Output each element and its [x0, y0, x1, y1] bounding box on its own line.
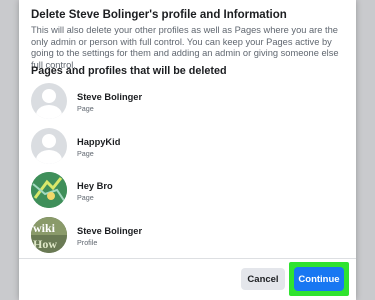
- deletion-list: Steve Bolinger Page HappyKid Page Hey Br…: [31, 80, 341, 258]
- delete-profile-dialog: Delete Steve Bolinger's profile and Info…: [19, 0, 356, 300]
- item-name: Hey Bro: [77, 181, 113, 191]
- section-title: Pages and profiles that will be deleted: [31, 65, 227, 77]
- item-type: Profile: [77, 237, 98, 247]
- item-name: Steve Bolinger: [77, 225, 143, 236]
- svg-text:wiki: wiki: [33, 221, 56, 235]
- list-item: HappyKid Page: [31, 125, 341, 170]
- item-type: Page: [77, 104, 94, 113]
- default-avatar-icon: [31, 83, 67, 119]
- highlight-box: Continue: [289, 262, 349, 296]
- profile-avatar-icon: wiki How: [31, 216, 67, 253]
- list-item: wiki How Steve Bolinger Profile: [31, 214, 341, 259]
- footer-divider: [19, 258, 356, 259]
- item-type: Page: [77, 193, 94, 202]
- item-type: Page: [77, 148, 94, 158]
- continue-button[interactable]: Continue: [294, 267, 344, 291]
- svg-text:How: How: [33, 237, 57, 251]
- cancel-button[interactable]: Cancel: [241, 268, 285, 290]
- list-item: Steve Bolinger Page: [31, 80, 341, 125]
- default-avatar-icon: [31, 127, 67, 164]
- page-avatar-icon: [31, 172, 67, 208]
- list-item: Hey Bro Page: [31, 169, 341, 214]
- dialog-title: Delete Steve Bolinger's profile and Info…: [31, 9, 287, 21]
- item-name: HappyKid: [77, 136, 121, 147]
- item-name: Steve Bolinger: [77, 92, 143, 102]
